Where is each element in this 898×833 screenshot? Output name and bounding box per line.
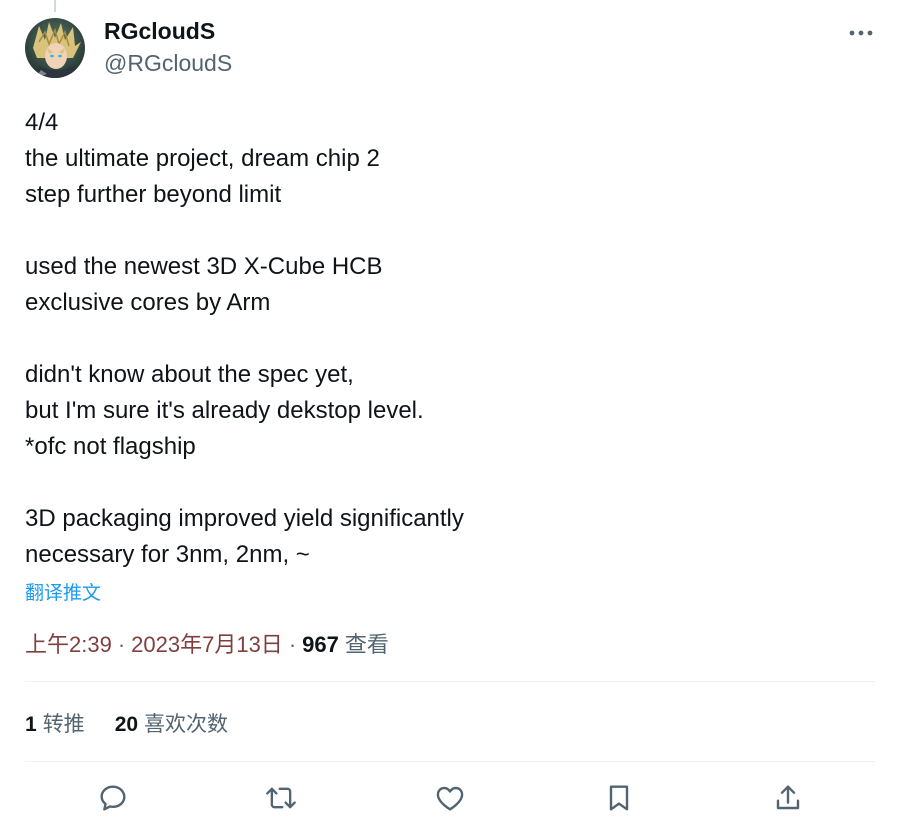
author-display-name[interactable]: RGcloudS — [104, 18, 215, 45]
anime-character-avatar-icon — [25, 18, 85, 78]
tweet-time[interactable]: 上午2:39 — [25, 627, 112, 659]
views-count: 967 — [302, 632, 339, 657]
tweet-line: exclusive cores by Arm — [25, 289, 271, 316]
retweets-label: 转推 — [42, 713, 85, 736]
tweet-action-bar — [0, 775, 898, 821]
tweet-line — [25, 213, 865, 249]
avatar[interactable] — [25, 18, 85, 78]
bookmark-button[interactable] — [601, 780, 637, 816]
retweets-stat[interactable]: 1 转推 — [25, 708, 85, 738]
share-button[interactable] — [770, 780, 806, 816]
author-handle[interactable]: @RGcloudS — [104, 50, 232, 77]
likes-stat[interactable]: 20 喜欢次数 — [115, 708, 228, 738]
more-options-button[interactable] — [844, 18, 878, 48]
tweet-line: 4/4 — [25, 109, 59, 136]
meta-separator: · — [288, 632, 297, 657]
tweet-line: but I'm sure it's already dekstop level. — [25, 397, 424, 424]
reply-button[interactable] — [95, 780, 131, 816]
likes-label: 喜欢次数 — [144, 713, 229, 736]
retweets-count: 1 — [25, 713, 37, 736]
retweet-icon — [266, 787, 296, 809]
heart-icon — [436, 786, 464, 811]
tweet-line: the ultimate project, dream chip 2 — [25, 145, 380, 172]
tweet-line: *ofc not flagship — [25, 433, 196, 460]
divider — [25, 681, 875, 682]
engagement-stats: 1 转推 20 喜欢次数 — [25, 708, 228, 738]
tweet-line: necessary for 3nm, 2nm, ~ — [25, 541, 310, 568]
tweet-line: 3D packaging improved yield significantl… — [25, 505, 464, 532]
tweet-line: didn't know about the spec yet, — [25, 361, 354, 388]
tweet-line — [25, 465, 865, 501]
more-dots-icon — [849, 30, 873, 36]
tweet-date[interactable]: 2023年7月13日 — [131, 627, 283, 659]
translate-tweet-link[interactable]: 翻译推文 — [25, 578, 101, 605]
meta-separator: · — [117, 632, 126, 657]
retweet-button[interactable] — [263, 780, 299, 816]
like-button[interactable] — [432, 780, 468, 816]
reply-icon — [100, 785, 126, 811]
tweet-text: 4/4 the ultimate project, dream chip 2 s… — [25, 105, 865, 573]
tweet-line — [25, 321, 865, 357]
share-icon — [776, 785, 800, 810]
tweet-line: step further beyond limit — [25, 181, 282, 208]
divider — [25, 761, 875, 762]
tweet-line: used the newest 3D X-Cube HCB — [25, 253, 383, 280]
likes-count: 20 — [114, 713, 139, 736]
views-label: 查看 — [344, 632, 389, 657]
bookmark-icon — [609, 785, 629, 811]
thread-connector-line — [54, 0, 56, 12]
tweet-meta: 上午2:39 · 2023年7月13日 · 967 查看 — [25, 627, 389, 659]
